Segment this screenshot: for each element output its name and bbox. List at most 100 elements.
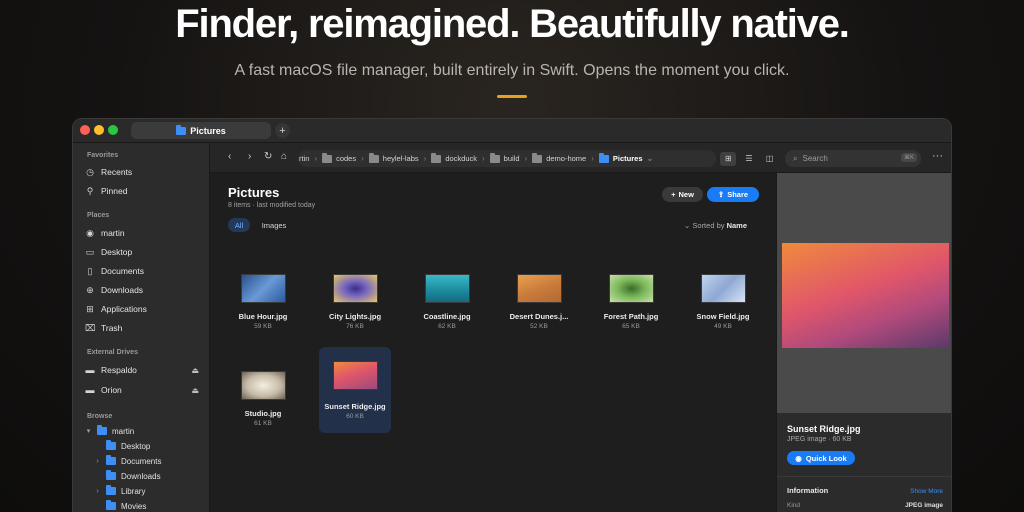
sidebar-item-trash[interactable]: ⌧ Trash (85, 320, 203, 336)
file-size: 61 KB (254, 420, 272, 427)
sidebar-item-pinned[interactable]: ⚲ Pinned (85, 183, 203, 199)
download-icon: ⊕ (86, 284, 94, 295)
page-subtitle: 8 items · last modified today (228, 202, 316, 209)
folder-icon (176, 124, 187, 135)
file-item[interactable]: Desert Dunes.j... 52 KB (503, 255, 575, 341)
breadcrumb-item[interactable]: build (489, 152, 520, 163)
search-input[interactable]: ⌕ Search ⌘K (785, 150, 921, 167)
file-name: Desert Dunes.j... (509, 312, 569, 321)
file-name: City Lights.jpg (328, 312, 382, 321)
image-thumbnail (609, 274, 654, 303)
tree-item-movies[interactable]: Movies (94, 499, 146, 512)
filter-images[interactable]: Images (257, 218, 291, 232)
tree-item-label: martin (112, 426, 135, 436)
file-size: 60 KB (346, 413, 364, 420)
chevron-right-icon: › (524, 154, 528, 163)
file-item-selected[interactable]: Sunset Ridge.jpg 60 KB (319, 347, 391, 433)
breadcrumb-label: heylel-labs (382, 154, 419, 163)
folder-icon (598, 152, 609, 163)
sort-control[interactable]: ⌄ Sorted by Name (684, 221, 747, 230)
tree-item-documents[interactable]: › Documents (94, 454, 161, 468)
pin-icon: ⚲ (86, 185, 94, 196)
clock-icon: ◷ (86, 166, 94, 177)
eject-icon[interactable]: ⏏ (191, 366, 199, 375)
breadcrumb-item[interactable]: rtin (299, 154, 309, 163)
chevron-right-icon: › (591, 154, 594, 163)
file-item[interactable]: Studio.jpg 61 KB (227, 352, 299, 438)
sidebar-item-label: Documents (101, 266, 144, 276)
sidebar-item-label: Applications (101, 304, 147, 314)
breadcrumb-label: build (503, 154, 520, 163)
breadcrumb-label: rtin (299, 154, 310, 163)
breadcrumb-item[interactable]: codes (322, 152, 356, 163)
close-window-button[interactable] (80, 125, 90, 135)
sidebar-item-downloads[interactable]: ⊕ Downloads (85, 282, 203, 298)
file-item[interactable]: Blue Hour.jpg 59 KB (227, 255, 299, 341)
app-window: Pictures + Favorites ◷ Recents ⚲ Pinned … (72, 118, 952, 512)
file-item[interactable]: Coastline.jpg 62 KB (411, 255, 483, 341)
folder-icon (322, 152, 333, 163)
tree-item-label: Library (121, 486, 146, 496)
chevron-right-icon[interactable]: › (94, 458, 101, 465)
forward-icon[interactable]: › (248, 151, 251, 162)
tree-item-desktop[interactable]: Desktop (94, 439, 150, 453)
more-icon[interactable]: ··· (932, 150, 943, 162)
tree-item-downloads[interactable]: Downloads (94, 469, 161, 483)
sidebar: Favorites ◷ Recents ⚲ Pinned Places ◉ ma… (73, 143, 210, 512)
sidebar-item-documents[interactable]: ▯ Documents (85, 263, 203, 279)
list-view-icon[interactable]: ☰ (741, 152, 757, 166)
sidebar-item-label: Respaldo (101, 365, 137, 375)
sidebar-item-label: Orion (101, 385, 122, 395)
eject-icon[interactable]: ⏏ (191, 386, 199, 395)
chevron-down-icon: ⌄ (646, 154, 654, 163)
breadcrumb-item[interactable]: heylel-labs (368, 152, 419, 163)
tree-item-library[interactable]: › Library (94, 484, 145, 498)
grid-view-icon[interactable]: ⊞ (720, 151, 737, 166)
minimize-window-button[interactable] (94, 125, 104, 135)
quick-look-button[interactable]: ◉ Quick Look (787, 451, 855, 465)
new-button[interactable]: + New (662, 187, 703, 202)
breadcrumb-label: Pictures (612, 154, 643, 163)
new-button-label: New (678, 190, 694, 199)
window-tab-pictures[interactable]: Pictures (131, 122, 271, 139)
file-item[interactable]: Forest Path.jpg 65 KB (595, 255, 667, 341)
share-button[interactable]: ⇪ Share (707, 187, 759, 202)
info-kind-key: Kind (787, 502, 801, 509)
home-icon[interactable]: ⌂ (281, 151, 287, 162)
file-name: Forest Path.jpg (603, 312, 659, 321)
breadcrumb-item[interactable]: dockduck (431, 152, 477, 163)
chevron-down-icon[interactable]: ▾ (85, 427, 92, 435)
tree-item-label: Desktop (121, 441, 151, 451)
chevron-right-icon[interactable]: › (94, 488, 101, 495)
sidebar-item-desktop[interactable]: ▭ Desktop (85, 244, 203, 260)
sidebar-item-respaldo[interactable]: ▬ Respaldo ⏏ (85, 362, 203, 378)
column-view-icon[interactable]: ◫ (762, 152, 778, 166)
show-more-link[interactable]: Show More (910, 488, 943, 495)
sidebar-item-martin[interactable]: ◉ martin (85, 225, 203, 241)
sidebar-item-recents[interactable]: ◷ Recents (85, 164, 203, 180)
filter-all[interactable]: All (228, 218, 250, 232)
breadcrumb: rtin › codes › heylel-labs › dockduck › … (298, 150, 716, 167)
breadcrumb-item[interactable]: demo-home (532, 152, 586, 163)
file-item[interactable]: Snow Field.jpg 49 KB (687, 255, 759, 341)
sort-prefix: Sorted by (692, 221, 725, 230)
new-tab-button[interactable]: + (275, 123, 290, 138)
zoom-window-button[interactable] (108, 125, 118, 135)
image-thumbnail (241, 274, 286, 303)
drive-icon: ▬ (85, 365, 95, 375)
breadcrumb-item-current[interactable]: Pictures ⌄ (598, 152, 654, 163)
sidebar-header-drives: External Drives (87, 349, 138, 356)
image-thumbnail (241, 371, 286, 400)
sidebar-item-orion[interactable]: ▬ Orion ⏏ (85, 382, 203, 398)
quick-look-label: Quick Look (805, 453, 847, 463)
folder-icon (106, 470, 116, 480)
back-icon[interactable]: ‹ (228, 151, 231, 162)
plus-icon: + (671, 190, 676, 199)
share-button-label: Share (727, 190, 749, 199)
tree-item-martin[interactable]: ▾ martin (85, 424, 134, 438)
file-item[interactable]: City Lights.jpg 76 KB (319, 255, 391, 341)
refresh-icon[interactable]: ↻ (264, 151, 272, 162)
sidebar-item-label: martin (101, 228, 125, 238)
sidebar-item-applications[interactable]: ⊞ Applications (85, 301, 203, 317)
desktop-icon: ▭ (85, 246, 95, 257)
